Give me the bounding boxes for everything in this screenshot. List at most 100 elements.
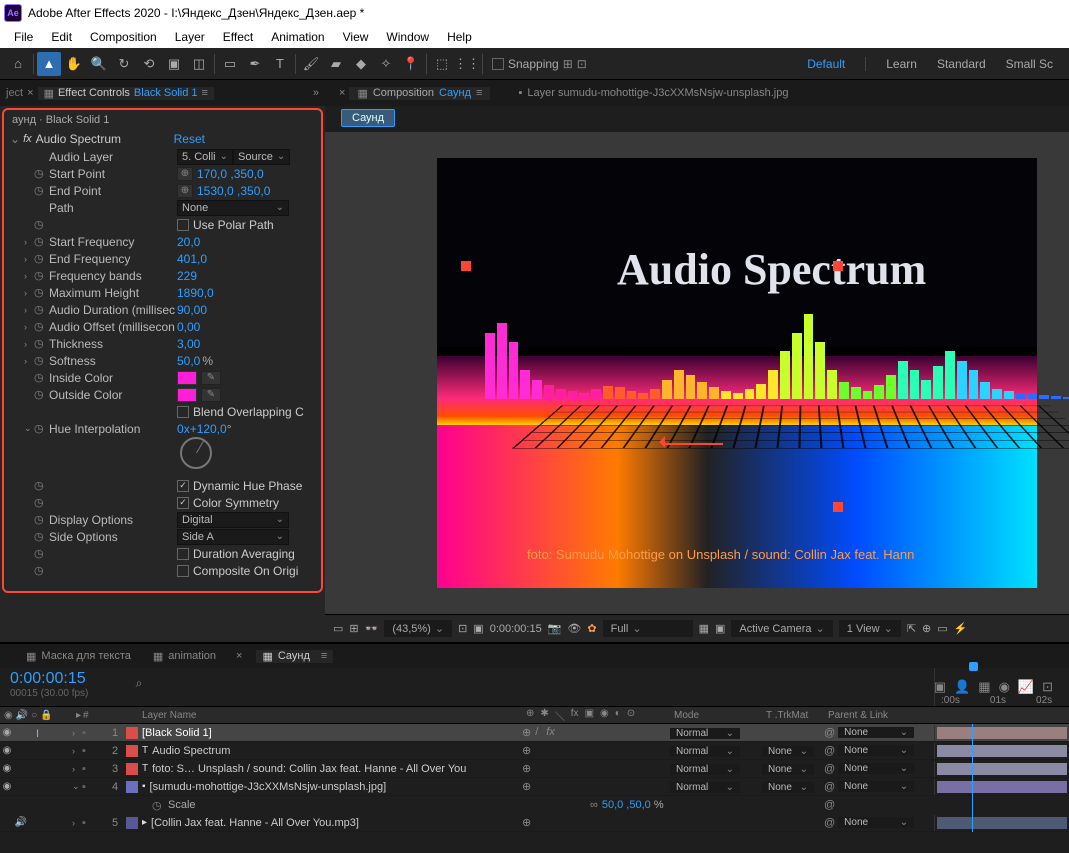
project-tab-trunc[interactable]: ject xyxy=(2,87,23,99)
gizmo-icon[interactable]: ⊕ xyxy=(922,622,931,635)
twirl-icon[interactable]: › xyxy=(72,818,82,828)
twirl-icon[interactable]: › xyxy=(24,305,34,315)
polar-path-checkbox[interactable] xyxy=(177,219,189,231)
workspace-default[interactable]: Default xyxy=(807,57,845,71)
start-freq-value[interactable]: 20,0 xyxy=(177,235,200,249)
dynamic-hue-checkbox[interactable]: ✓ xyxy=(177,480,189,492)
vertex-icon[interactable]: ⋮⋮ xyxy=(455,52,479,76)
inside-color-swatch[interactable] xyxy=(177,371,197,385)
layer-handle-icon[interactable] xyxy=(461,261,471,271)
layer-row[interactable]: ◉›▪2TAudio Spectrum⊕ NormalNone@None xyxy=(0,742,1069,760)
shy-switch-icon[interactable]: ▪ xyxy=(82,727,86,739)
label-color-swatch[interactable] xyxy=(126,817,138,829)
transparency-grid-icon[interactable]: ▦ xyxy=(699,622,709,635)
layer-row[interactable]: ◉›▪3Tfoto: S… Unsplash / sound: Collin J… xyxy=(0,760,1069,778)
side-options-dropdown[interactable]: Side A xyxy=(177,529,289,545)
menu-effect[interactable]: Effect xyxy=(215,28,261,46)
path-dropdown[interactable]: None xyxy=(177,200,289,216)
layer-switches[interactable]: ⊕ xyxy=(522,744,670,757)
layer-name[interactable]: ▸[Collin Jax feat. Hanne - All Over You.… xyxy=(140,817,522,829)
roto-tool-icon[interactable]: ✧ xyxy=(374,52,398,76)
display-icon[interactable]: ▭ xyxy=(333,622,343,635)
twirl-icon[interactable]: › xyxy=(72,764,82,774)
mesh-icon[interactable]: ⬚ xyxy=(430,52,454,76)
timeline-tab-active[interactable]: ▦Саунд≡ xyxy=(256,650,333,663)
visibility-icon[interactable]: ◉ xyxy=(0,763,14,774)
layer-switches[interactable]: ⊕/fx xyxy=(522,726,670,739)
audio-layer-dropdown[interactable]: 5. Colli xyxy=(177,149,233,165)
pickwhip-icon[interactable]: @ xyxy=(824,781,835,793)
camera-tool-icon[interactable]: ▣ xyxy=(162,52,186,76)
zoom-tool-icon[interactable]: 🔍 xyxy=(87,52,111,76)
blend-checkbox[interactable] xyxy=(177,406,189,418)
tab-close-icon[interactable]: × xyxy=(236,650,242,662)
label-color-swatch[interactable] xyxy=(126,727,138,739)
layer-name[interactable]: [Black Solid 1] xyxy=(140,727,522,739)
pickwhip-icon[interactable]: @ xyxy=(824,745,835,757)
pickwhip-icon[interactable]: @ xyxy=(824,763,835,775)
tab-close-icon[interactable]: × xyxy=(339,87,345,99)
parent-dropdown[interactable]: None xyxy=(838,727,914,738)
blend-mode-dropdown[interactable]: Normal xyxy=(670,782,740,793)
stopwatch-icon[interactable]: ◷ xyxy=(34,564,47,577)
layer-bar[interactable] xyxy=(937,781,1067,793)
panel-menu-icon[interactable]: ≡ xyxy=(476,87,482,99)
eraser-tool-icon[interactable]: ◆ xyxy=(349,52,373,76)
bands-value[interactable]: 229 xyxy=(177,269,197,283)
timeline-tab[interactable]: ▦Маска для текста xyxy=(20,650,137,663)
twirl-icon[interactable]: ⌄ xyxy=(72,781,82,792)
stopwatch-icon[interactable]: ◷ xyxy=(34,547,47,560)
time-ruler[interactable]: :00s 01s 02s xyxy=(934,668,1069,706)
stopwatch-icon[interactable]: ◷ xyxy=(34,530,47,543)
offset-value[interactable]: 0,00 xyxy=(177,320,200,334)
duration-avg-checkbox[interactable] xyxy=(177,548,189,560)
stopwatch-icon[interactable]: ◷ xyxy=(34,337,47,350)
stopwatch-icon[interactable]: ◷ xyxy=(152,799,168,812)
layer-handle-icon[interactable] xyxy=(833,261,843,271)
twirl-icon[interactable]: › xyxy=(24,237,34,247)
end-freq-value[interactable]: 401,0 xyxy=(177,252,207,266)
rotation-tool-icon[interactable]: ⟲ xyxy=(137,52,161,76)
grid-icon[interactable]: ⊞ xyxy=(349,622,358,635)
thickness-value[interactable]: 3,00 xyxy=(177,337,200,351)
twirl-icon[interactable]: › xyxy=(24,339,34,349)
layer-switches[interactable]: ⊕ xyxy=(522,780,670,793)
camera-dropdown[interactable]: Active Camera xyxy=(731,620,832,637)
display-options-dropdown[interactable]: Digital xyxy=(177,512,289,528)
pan-behind-tool-icon[interactable]: ◫ xyxy=(187,52,211,76)
pickwhip-icon[interactable]: @ xyxy=(824,727,835,739)
visibility-icon[interactable]: ◉ xyxy=(0,745,14,756)
layer-row[interactable]: ◉⌄▪4▪[sumudu-mohottige-J3cXXMsNsjw-unspl… xyxy=(0,778,1069,796)
snapshot-icon[interactable]: 📷 xyxy=(548,622,562,635)
label-color-swatch[interactable] xyxy=(126,763,138,775)
clone-tool-icon[interactable]: ▰ xyxy=(324,52,348,76)
blend-mode-dropdown[interactable]: Normal xyxy=(670,764,740,775)
hand-tool-icon[interactable]: ✋ xyxy=(62,52,86,76)
visibility-icon[interactable]: ◉ xyxy=(0,781,14,792)
type-tool-icon[interactable]: T xyxy=(268,52,292,76)
audio-col-icon[interactable]: 🔊 xyxy=(16,710,28,721)
stopwatch-icon[interactable]: ◷ xyxy=(34,286,47,299)
workspace-small[interactable]: Small Sc xyxy=(1006,57,1053,71)
crosshair-icon[interactable]: ⊕ xyxy=(177,184,193,198)
current-time-indicator[interactable] xyxy=(972,724,973,832)
duration-value[interactable]: 90,00 xyxy=(177,303,207,317)
composition-viewer[interactable]: Audio Spectrum foto: Sumudu Mohottige on… xyxy=(325,132,1069,614)
rectangle-tool-icon[interactable]: ▭ xyxy=(218,52,242,76)
solo-col-icon[interactable]: ○ xyxy=(31,710,37,721)
link-icon[interactable]: ∞ xyxy=(590,799,598,811)
views-dropdown[interactable]: 1 View xyxy=(839,620,901,637)
composite-checkbox[interactable] xyxy=(177,565,189,577)
twirl-icon[interactable]: › xyxy=(24,356,34,366)
layer-row[interactable]: 🔊›▪5▸[Collin Jax feat. Hanne - All Over … xyxy=(0,814,1069,832)
layer-viewer-tab[interactable]: ▪ Layer sumudu-mohottige-J3cXXMsNsjw-uns… xyxy=(510,87,796,99)
menu-edit[interactable]: Edit xyxy=(43,28,80,46)
softness-value[interactable]: 50,0 xyxy=(177,354,200,368)
video-col-icon[interactable]: ◉ xyxy=(4,710,13,721)
color-mgmt-icon[interactable]: ✿ xyxy=(587,622,596,635)
twirl-icon[interactable]: › xyxy=(24,288,34,298)
trkmat-dropdown[interactable]: None xyxy=(762,764,814,775)
property-row[interactable]: ◷Scale∞50,0 ,50,0 %@I xyxy=(0,796,1069,814)
menu-view[interactable]: View xyxy=(335,28,377,46)
twirl-icon[interactable]: › xyxy=(24,254,34,264)
